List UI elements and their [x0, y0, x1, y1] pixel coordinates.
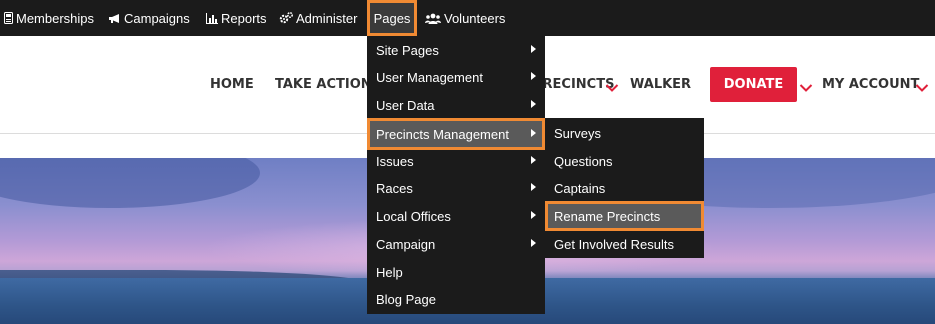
admin-bar-volunteers[interactable]: Volunteers	[425, 0, 505, 36]
menu-item-label: Precincts Management	[376, 126, 509, 142]
submenu-item-label: Rename Precincts	[554, 208, 661, 224]
submenu-item-surveys[interactable]: Surveys	[545, 119, 704, 147]
id-card-icon	[4, 12, 13, 24]
menu-item-label: Site Pages	[376, 42, 439, 58]
admin-bar-administer[interactable]: Administer	[279, 0, 357, 36]
menu-item-campaign[interactable]: Campaign	[367, 230, 545, 258]
donate-button[interactable]: DONATE	[710, 67, 797, 102]
menu-item-label: Blog Page	[376, 291, 436, 307]
chevron-down-icon[interactable]	[915, 80, 929, 92]
megaphone-icon	[108, 13, 121, 24]
admin-bar-reports[interactable]: Reports	[206, 0, 267, 36]
submenu-item-get-involved-results[interactable]: Get Involved Results	[545, 230, 704, 258]
submenu-arrow-icon	[531, 211, 536, 219]
nav-precincts[interactable]: PRECINCTS	[533, 77, 614, 92]
menu-item-local-offices[interactable]: Local Offices	[367, 202, 545, 230]
nav-home[interactable]: HOME	[210, 77, 254, 92]
submenu-item-questions[interactable]: Questions	[545, 147, 704, 175]
admin-bar-administer-label: Administer	[296, 10, 358, 26]
submenu-item-label: Questions	[554, 153, 613, 169]
menu-item-site-pages[interactable]: Site Pages	[367, 36, 545, 64]
admin-bar-memberships[interactable]: Memberships	[4, 0, 94, 36]
menu-item-label: Issues	[376, 153, 414, 169]
chevron-down-icon[interactable]	[799, 80, 813, 92]
admin-bar-campaigns-label: Campaigns	[124, 10, 190, 26]
submenu-item-rename-precincts[interactable]: Rename Precincts	[545, 201, 704, 231]
submenu-arrow-icon	[531, 129, 536, 137]
submenu-arrow-icon	[531, 72, 536, 80]
submenu-arrow-icon	[531, 239, 536, 247]
menu-item-precincts-management[interactable]: Precincts Management	[367, 118, 545, 150]
submenu-arrow-icon	[531, 45, 536, 53]
menu-item-label: Campaign	[376, 236, 436, 252]
menu-item-issues[interactable]: Issues	[367, 147, 545, 175]
submenu-arrow-icon	[531, 156, 536, 164]
admin-bar: Memberships Campaigns Reports Administer…	[0, 0, 935, 36]
nav-my-account[interactable]: MY ACCOUNT	[822, 77, 919, 92]
menu-item-user-management[interactable]: User Management	[367, 63, 545, 91]
admin-bar-memberships-label: Memberships	[16, 10, 95, 26]
menu-item-label: Races	[376, 180, 413, 196]
submenu-item-captains[interactable]: Captains	[545, 174, 704, 202]
menu-item-races[interactable]: Races	[367, 174, 545, 202]
submenu-arrow-icon	[531, 183, 536, 191]
users-icon	[425, 13, 441, 24]
menu-item-label: User Management	[376, 69, 483, 85]
pages-dropdown-menu: Site Pages User Management User Data Pre…	[367, 36, 545, 314]
submenu-arrow-icon	[531, 100, 536, 108]
nav-take-action[interactable]: TAKE ACTION	[275, 77, 372, 92]
admin-bar-pages[interactable]: Pages	[367, 0, 417, 36]
gears-icon	[279, 12, 293, 24]
menu-item-label: User Data	[376, 97, 435, 113]
chart-icon	[206, 12, 218, 24]
menu-item-blog-page[interactable]: Blog Page	[367, 285, 545, 313]
submenu-item-label: Captains	[554, 180, 606, 196]
precincts-submenu: Surveys Questions Captains Rename Precin…	[545, 118, 704, 258]
admin-bar-volunteers-label: Volunteers	[444, 10, 506, 26]
menu-item-user-data[interactable]: User Data	[367, 91, 545, 119]
chevron-down-icon[interactable]	[605, 80, 619, 92]
menu-item-label: Local Offices	[376, 208, 451, 224]
menu-item-help[interactable]: Help	[367, 258, 545, 286]
nav-walker[interactable]: WALKER	[630, 77, 691, 92]
admin-bar-pages-label: Pages	[373, 10, 411, 26]
submenu-item-label: Surveys	[554, 125, 601, 141]
donate-button-label: DONATE	[723, 77, 784, 92]
admin-bar-campaigns[interactable]: Campaigns	[108, 0, 190, 36]
menu-item-label: Help	[376, 264, 403, 280]
submenu-item-label: Get Involved Results	[554, 236, 674, 252]
admin-bar-reports-label: Reports	[221, 10, 267, 26]
